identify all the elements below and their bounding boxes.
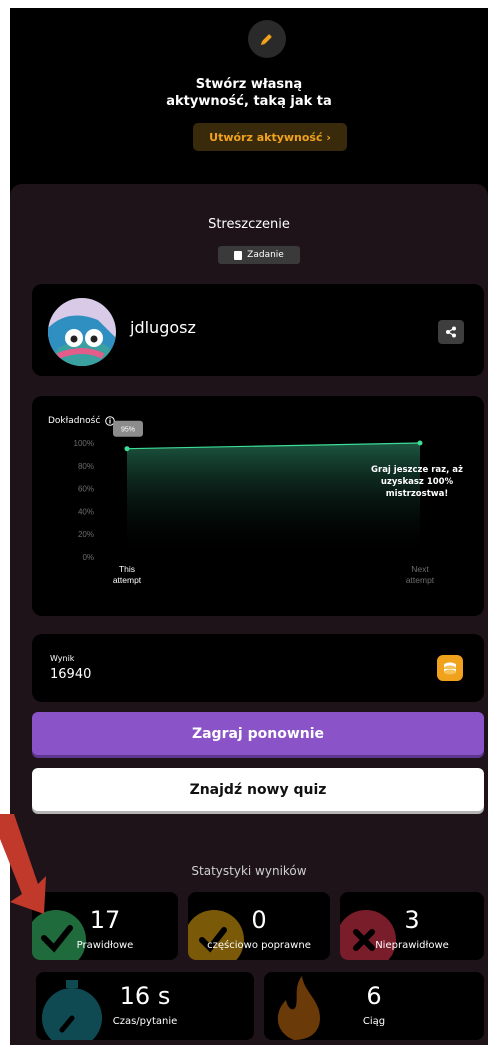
share-icon <box>446 326 456 338</box>
share-button[interactable] <box>438 320 464 344</box>
promo-title-line1: Stwórz własną <box>195 77 303 92</box>
stat-incorrect-label: Nieprawidłowe <box>375 940 449 951</box>
accuracy-point <box>417 440 423 446</box>
pointer-arrow-icon <box>0 814 46 914</box>
y-tick-label: 60% <box>78 485 94 494</box>
stat-partial-label: częściowo poprawne <box>207 940 311 951</box>
stat-streak-label: Ciąg <box>362 1016 386 1027</box>
stat-time-per-question: 16 s Czas/pytanie <box>36 972 254 1040</box>
x-tick-label: Next <box>411 564 429 574</box>
y-tick-label: 80% <box>78 462 94 471</box>
stat-time-value: 16 s <box>119 982 171 1010</box>
pencil-icon <box>248 20 286 58</box>
avatar <box>48 298 116 366</box>
stat-partial: 0 częściowo poprawne <box>188 892 330 960</box>
accuracy-point <box>124 446 130 452</box>
y-tick-label: 20% <box>78 530 94 539</box>
stat-correct-value: 17 <box>89 906 121 934</box>
stat-partial-value: 0 <box>251 906 267 934</box>
score-card: Wynik 16940 <box>32 634 484 702</box>
accuracy-value-label: 95% <box>121 427 135 434</box>
task-badge[interactable]: Zadanie <box>218 246 300 264</box>
stat-time-label: Czas/pytanie <box>112 1016 178 1027</box>
stat-correct: 17 Prawidłowe <box>32 892 178 960</box>
score-label: Wynik <box>50 654 75 663</box>
create-activity-promo: Stwórz własną aktywność, taką jak ta Utw… <box>10 8 488 188</box>
score-value: 16940 <box>50 667 92 682</box>
stat-incorrect-value: 3 <box>404 906 420 934</box>
summary-title: Streszczenie <box>208 217 290 232</box>
stat-streak-value: 6 <box>366 982 382 1010</box>
y-tick-label: 100% <box>74 439 94 448</box>
accuracy-message: Graj jeszcze raz, aż uzyskasz 100% mistr… <box>354 464 480 500</box>
y-tick-label: 0% <box>82 553 94 562</box>
accuracy-message-line1: Graj jeszcze raz, aż <box>371 465 463 475</box>
find-new-quiz-button[interactable]: Znajdź nowy quiz <box>32 768 484 811</box>
x-tick-label: attempt <box>406 575 435 585</box>
coins-icon[interactable] <box>437 655 463 681</box>
play-again-button[interactable]: Zagraj ponownie <box>32 712 484 755</box>
user-card: jdlugosz <box>32 284 484 376</box>
stat-correct-label: Prawidłowe <box>76 940 134 951</box>
accuracy-message-line3: mistrzostwa! <box>385 489 449 499</box>
task-badge-label: Zadanie <box>247 250 284 260</box>
accuracy-message-line2: uzyskasz 100% <box>380 477 454 487</box>
stats-title: Statystyki wyników <box>191 864 307 878</box>
promo-title: Stwórz własną aktywność, taką jak ta <box>10 76 488 110</box>
stat-incorrect: 3 Nieprawidłowe <box>340 892 484 960</box>
accuracy-area <box>127 443 420 557</box>
summary-section: Streszczenie Zadanie jdlugosz Dokładność… <box>10 184 488 1045</box>
username: jdlugosz <box>130 318 196 337</box>
x-tick-label: This <box>119 564 135 574</box>
x-tick-label: attempt <box>113 575 142 585</box>
promo-title-line2: aktywność, taką jak ta <box>166 94 332 109</box>
accuracy-card: Dokładność 100% 80% 60% 40% 20% 0% 95% This atte… <box>32 396 484 616</box>
document-icon <box>234 250 243 260</box>
accuracy-chart: 100%80%60%40%20%0%95%ThisattemptNextatte… <box>74 420 435 585</box>
y-tick-label: 40% <box>78 507 94 516</box>
results-panel: Stwórz własną aktywność, taką jak ta Utw… <box>10 8 488 1045</box>
stat-streak: 6 Ciąg <box>264 972 484 1040</box>
create-activity-button[interactable]: Utwórz aktywność › <box>193 123 347 151</box>
